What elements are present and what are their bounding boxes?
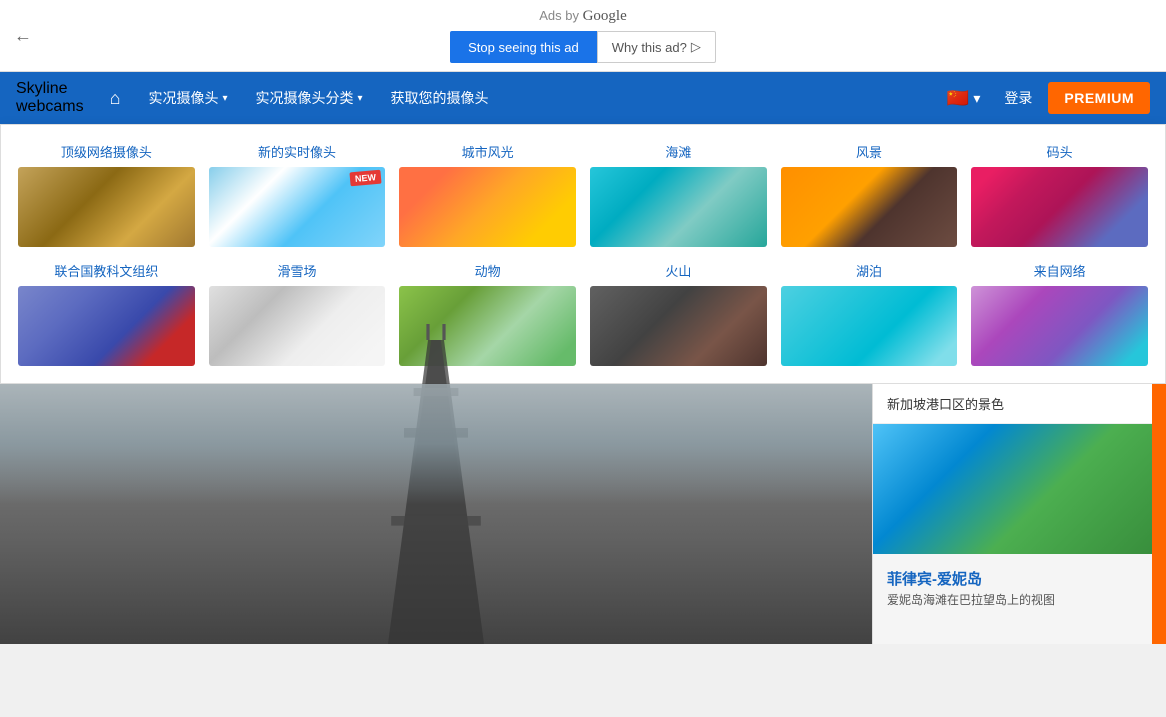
right-strip [1152, 384, 1166, 644]
category-image [590, 167, 767, 247]
category-new-webcams[interactable]: 新的实时像头 NEW [202, 135, 393, 254]
category-image [18, 286, 195, 366]
category-top-webcams[interactable]: 顶级网络摄像头 [11, 135, 202, 254]
logo[interactable]: Skyline webcams [16, 80, 84, 116]
navbar: Skyline webcams ⌂ 实况摄像头 ▾ 实况摄像头分类 ▾ 获取您的… [0, 72, 1166, 124]
ad-bar: ← Ads by Google Stop seeing this ad Why … [0, 0, 1166, 72]
category-image [971, 286, 1148, 366]
stop-seeing-button[interactable]: Stop seeing this ad [450, 31, 597, 63]
sidebar-place-name[interactable]: 菲律宾-爱妮岛 [873, 562, 1152, 591]
category-beach[interactable]: 海滩 [583, 135, 774, 254]
category-image [971, 167, 1148, 247]
flag-icon: 🇨🇳 [947, 88, 969, 109]
category-image [399, 167, 576, 247]
chevron-down-icon: ▾ [357, 93, 362, 104]
nav-item-categories[interactable]: 实况摄像头分类 ▾ [241, 72, 376, 124]
category-unesco[interactable]: 联合国教科文组织 [11, 254, 202, 373]
sidebar-place-desc: 爱妮岛海滩在巴拉望岛上的视图 [873, 591, 1152, 618]
category-image [18, 167, 195, 247]
nav-item-get-cam[interactable]: 获取您的摄像头 [377, 72, 503, 124]
nav-item-webcams[interactable]: 实况摄像头 ▾ [134, 72, 241, 124]
main-video [0, 384, 872, 644]
brand-sub: webcams [16, 98, 84, 116]
brand-name: Skyline [16, 80, 68, 98]
main-content: 新加坡港口区的景色 菲律宾-爱妮岛 爱妮岛海滩在巴拉望岛上的视图 [0, 384, 1166, 644]
premium-button[interactable]: PREMIUM [1048, 82, 1150, 114]
category-landscape[interactable]: 风景 [774, 135, 965, 254]
login-button[interactable]: 登录 [988, 72, 1048, 124]
sidebar: 新加坡港口区的景色 菲律宾-爱妮岛 爱妮岛海滩在巴拉望岛上的视图 [872, 384, 1152, 644]
category-city[interactable]: 城市风光 [392, 135, 583, 254]
category-image [781, 167, 958, 247]
ad-buttons: Stop seeing this ad Why this ad? ▷ [0, 31, 1166, 63]
ads-by-google: Ads by Google [0, 8, 1166, 25]
category-volcano[interactable]: 火山 [583, 254, 774, 373]
category-network[interactable]: 来自网络 [964, 254, 1155, 373]
category-image [781, 286, 958, 366]
language-selector[interactable]: 🇨🇳 ▾ [939, 88, 988, 109]
category-image [590, 286, 767, 366]
home-button[interactable]: ⌂ [96, 72, 135, 124]
category-dropdown: 顶级网络摄像头 新的实时像头 NEW 城市风光 海滩 风景 码头 联合国教科文组… [0, 124, 1166, 384]
category-image: NEW [209, 167, 386, 247]
why-this-ad-button[interactable]: Why this ad? ▷ [597, 31, 716, 63]
back-button[interactable]: ← [14, 25, 32, 46]
sidebar-thumbnail[interactable] [873, 424, 1152, 554]
sky-overlay [0, 384, 872, 504]
chevron-down-icon: ▾ [222, 93, 227, 104]
new-badge: NEW [350, 170, 382, 187]
sidebar-location: 新加坡港口区的景色 [873, 384, 1152, 424]
category-harbor[interactable]: 码头 [964, 135, 1155, 254]
category-lake[interactable]: 湖泊 [774, 254, 965, 373]
